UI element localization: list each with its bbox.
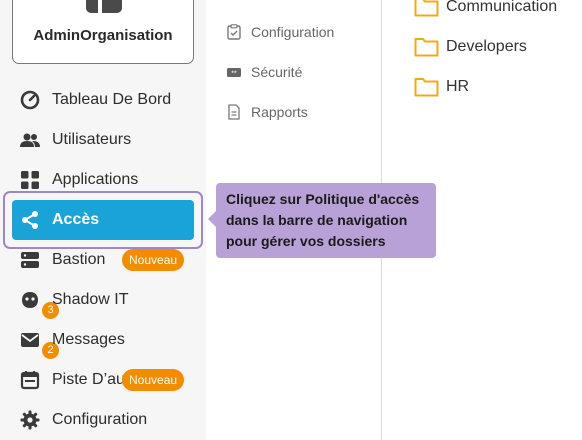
submenu-item-label: Rapports: [251, 104, 308, 120]
folder-label: HR: [446, 78, 470, 95]
server-icon: [21, 252, 39, 268]
sidebar-item-label: Shadow IT: [52, 291, 129, 308]
tooltip-line: dans la barre de navigation: [226, 212, 408, 228]
sidebar-item-label: Piste D’au: [52, 371, 125, 388]
sidebar-item-audit-trail[interactable]: Piste D’au Nouveau: [12, 361, 194, 399]
calendar-icon: [20, 371, 40, 390]
folder-icon: [414, 0, 439, 17]
clipboard-check-icon: [227, 24, 241, 40]
sidebar-item-label: Bastion: [52, 251, 106, 268]
onboarding-tooltip: Cliquez sur Politique d'accès dans la ba…: [216, 183, 436, 258]
svg-text:**: **: [231, 71, 237, 78]
password-icon: **: [227, 68, 241, 78]
document-icon: [228, 104, 240, 120]
dashboard-icon: [20, 90, 40, 110]
tooltip-arrow: [208, 211, 216, 227]
apps-grid-icon: [21, 171, 39, 189]
sidebar-item-label: Tableau De Bord: [52, 91, 172, 108]
sidebar-item-label: Messages: [52, 331, 125, 348]
sidebar-item-label: Configuration: [52, 411, 148, 428]
org-name: AdminOrganisation: [33, 27, 173, 44]
tooltip-line: Cliquez sur Politique d'accès: [226, 191, 420, 207]
submenu-item-label: Configuration: [251, 24, 335, 40]
mail-icon: [21, 333, 39, 347]
sidebar-item-label: Utilisateurs: [52, 131, 132, 148]
tooltip-line: pour gérer vos dossiers: [226, 233, 386, 249]
folder-label: Developers: [446, 38, 527, 55]
gear-icon: [20, 410, 40, 430]
folder-label: Communication: [446, 0, 558, 15]
new-badge: Nouveau: [122, 369, 185, 391]
sidebar-item-acces[interactable]: Accès: [12, 201, 194, 239]
sidebar-item-shadow-it[interactable]: 3 Shadow IT: [12, 281, 194, 319]
new-badge: Nouveau: [122, 249, 185, 271]
folder-icon: [414, 78, 439, 97]
users-icon: [20, 133, 40, 147]
share-icon: [22, 211, 38, 229]
sidebar-item-dashboard[interactable]: Tableau De Bord: [12, 81, 194, 119]
org-logo: [86, 0, 122, 13]
sidebar-item-label: Accès: [52, 211, 100, 228]
shadow-it-icon: [22, 292, 38, 308]
folder-icon: [414, 38, 439, 57]
sidebar-item-users[interactable]: Utilisateurs: [12, 121, 194, 159]
sidebar-item-label: Applications: [52, 171, 139, 188]
sidebar-item-messages[interactable]: 2 Messages: [12, 321, 194, 359]
submenu-item-label: Sécurité: [251, 64, 303, 80]
sidebar-item-applications[interactable]: Applications: [12, 161, 194, 199]
sidebar-item-bastion[interactable]: Bastion Nouveau: [12, 241, 194, 279]
sidebar-item-configuration[interactable]: Configuration: [12, 401, 194, 439]
org-switcher[interactable]: AdminOrganisation: [12, 0, 194, 64]
sidebar: AdminOrganisation Tableau De Bord Utilis…: [0, 0, 206, 440]
